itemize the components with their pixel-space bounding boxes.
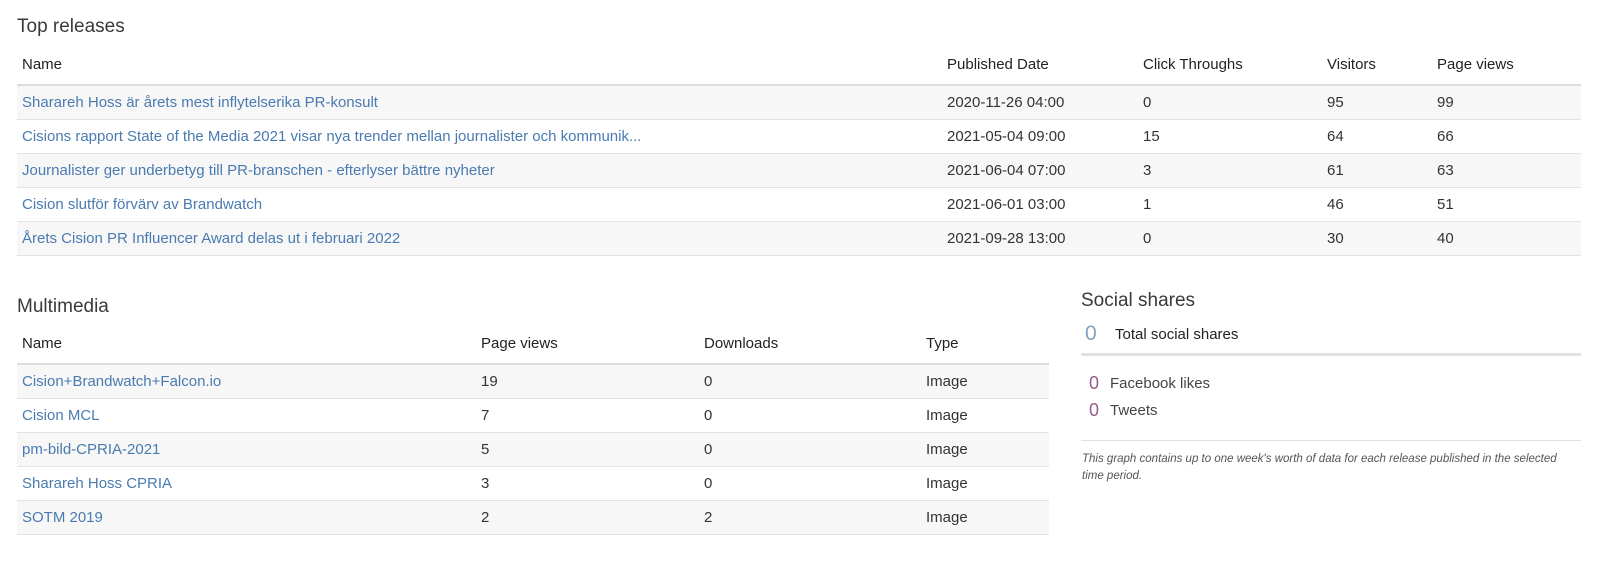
type-cell: Image xyxy=(921,432,1049,467)
visitors-cell: 61 xyxy=(1322,153,1432,188)
table-row: Journalister ger underbetyg till PR-bran… xyxy=(17,153,1581,188)
visitors-cell: 95 xyxy=(1322,85,1432,120)
column-header-click-throughs[interactable]: Click Throughs xyxy=(1138,44,1322,86)
type-cell: Image xyxy=(921,466,1049,501)
media-link[interactable]: Cision MCL xyxy=(22,407,100,424)
column-header-name[interactable]: Name xyxy=(17,44,942,86)
table-row: SOTM 2019 2 2 Image xyxy=(17,500,1049,535)
social-shares-title: Social shares xyxy=(1081,290,1196,311)
downloads-cell: 0 xyxy=(699,364,921,399)
click-throughs-cell: 15 xyxy=(1138,119,1322,154)
release-link[interactable]: Årets Cision PR Influencer Award delas u… xyxy=(22,230,400,247)
release-link[interactable]: Journalister ger underbetyg till PR-bran… xyxy=(22,162,495,179)
social-shares-panel: Social shares 0 Total social shares 0 Fa… xyxy=(1081,290,1581,485)
media-link[interactable]: Cision+Brandwatch+Falcon.io xyxy=(22,373,221,390)
column-header-name[interactable]: Name xyxy=(17,323,476,365)
published-date-cell: 2020-11-26 04:00 xyxy=(942,85,1138,120)
media-name-cell: Cision+Brandwatch+Falcon.io xyxy=(17,364,476,399)
social-shares-note: This graph contains up to one week's wor… xyxy=(1082,453,1557,482)
facebook-likes: 0 Facebook likes xyxy=(1081,370,1581,397)
table-row: Sharareh Hoss är årets mest inflytelseri… xyxy=(17,85,1581,120)
page-views-cell: 7 xyxy=(476,398,699,433)
media-name-cell: Sharareh Hoss CPRIA xyxy=(17,466,476,501)
downloads-cell: 0 xyxy=(699,466,921,501)
media-link[interactable]: pm-bild-CPRIA-2021 xyxy=(22,441,160,458)
table-row: Sharareh Hoss CPRIA 3 0 Image xyxy=(17,466,1049,501)
total-social-shares-value: 0 xyxy=(1085,322,1097,345)
total-social-shares-label: Total social shares xyxy=(1115,325,1239,343)
media-link[interactable]: SOTM 2019 xyxy=(22,509,103,526)
facebook-likes-label: Facebook likes xyxy=(1110,375,1211,392)
column-header-published-date[interactable]: Published Date xyxy=(942,44,1138,86)
total-social-shares: 0 Total social shares xyxy=(1081,315,1581,356)
page-views-cell: 51 xyxy=(1432,187,1581,222)
release-name-cell: Cisions rapport State of the Media 2021 … xyxy=(17,119,942,154)
multimedia-header-row: Name Page views Downloads Type xyxy=(17,323,1049,365)
multimedia-table: Name Page views Downloads Type Cision+Br… xyxy=(17,323,1049,535)
column-header-type[interactable]: Type xyxy=(921,323,1049,365)
page-views-cell: 2 xyxy=(476,500,699,535)
media-name-cell: pm-bild-CPRIA-2021 xyxy=(17,432,476,467)
release-name-cell: Journalister ger underbetyg till PR-bran… xyxy=(17,153,942,188)
downloads-cell: 0 xyxy=(699,432,921,467)
type-cell: Image xyxy=(921,364,1049,399)
click-throughs-cell: 3 xyxy=(1138,153,1322,188)
release-name-cell: Cision slutför förvärv av Brandwatch xyxy=(17,187,942,222)
release-link[interactable]: Cisions rapport State of the Media 2021 … xyxy=(22,128,641,145)
table-row: pm-bild-CPRIA-2021 5 0 Image xyxy=(17,432,1049,467)
click-throughs-cell: 0 xyxy=(1138,85,1322,120)
column-header-visitors[interactable]: Visitors xyxy=(1322,44,1432,86)
page-views-cell: 19 xyxy=(476,364,699,399)
top-releases-header-row: Name Published Date Click Throughs Visit… xyxy=(17,44,1581,86)
type-cell: Image xyxy=(921,500,1049,535)
media-name-cell: SOTM 2019 xyxy=(17,500,476,535)
release-name-cell: Sharareh Hoss är årets mest inflytelseri… xyxy=(17,85,942,120)
downloads-cell: 2 xyxy=(699,500,921,535)
column-header-page-views[interactable]: Page views xyxy=(1432,44,1581,86)
table-row: Cision MCL 7 0 Image xyxy=(17,398,1049,433)
page-views-cell: 99 xyxy=(1432,85,1581,120)
tweets-value: 0 xyxy=(1089,400,1100,420)
visitors-cell: 30 xyxy=(1322,221,1432,256)
click-throughs-cell: 0 xyxy=(1138,221,1322,256)
page-views-cell: 40 xyxy=(1432,221,1581,256)
top-releases-title: Top releases xyxy=(17,16,125,37)
visitors-cell: 46 xyxy=(1322,187,1432,222)
facebook-likes-value: 0 xyxy=(1089,373,1100,393)
published-date-cell: 2021-05-04 09:00 xyxy=(942,119,1138,154)
media-name-cell: Cision MCL xyxy=(17,398,476,433)
release-link[interactable]: Sharareh Hoss är årets mest inflytelseri… xyxy=(22,94,378,111)
published-date-cell: 2021-09-28 13:00 xyxy=(942,221,1138,256)
type-cell: Image xyxy=(921,398,1049,433)
page-views-cell: 5 xyxy=(476,432,699,467)
column-header-page-views[interactable]: Page views xyxy=(476,323,699,365)
top-releases-table: Name Published Date Click Throughs Visit… xyxy=(17,44,1581,256)
visitors-cell: 64 xyxy=(1322,119,1432,154)
click-throughs-cell: 1 xyxy=(1138,187,1322,222)
table-row: Cisions rapport State of the Media 2021 … xyxy=(17,119,1581,154)
social-divider xyxy=(1081,440,1581,441)
multimedia-title: Multimedia xyxy=(17,296,109,317)
tweets: 0 Tweets xyxy=(1081,397,1581,424)
release-name-cell: Årets Cision PR Influencer Award delas u… xyxy=(17,221,942,256)
page-views-cell: 63 xyxy=(1432,153,1581,188)
published-date-cell: 2021-06-04 07:00 xyxy=(942,153,1138,188)
media-link[interactable]: Sharareh Hoss CPRIA xyxy=(22,475,172,492)
page-views-cell: 3 xyxy=(476,466,699,501)
table-row: Årets Cision PR Influencer Award delas u… xyxy=(17,221,1581,256)
column-header-downloads[interactable]: Downloads xyxy=(699,323,921,365)
page-views-cell: 66 xyxy=(1432,119,1581,154)
downloads-cell: 0 xyxy=(699,398,921,433)
release-link[interactable]: Cision slutför förvärv av Brandwatch xyxy=(22,196,262,213)
table-row: Cision+Brandwatch+Falcon.io 19 0 Image xyxy=(17,364,1049,399)
table-row: Cision slutför förvärv av Brandwatch 202… xyxy=(17,187,1581,222)
tweets-label: Tweets xyxy=(1110,402,1158,419)
published-date-cell: 2021-06-01 03:00 xyxy=(942,187,1138,222)
